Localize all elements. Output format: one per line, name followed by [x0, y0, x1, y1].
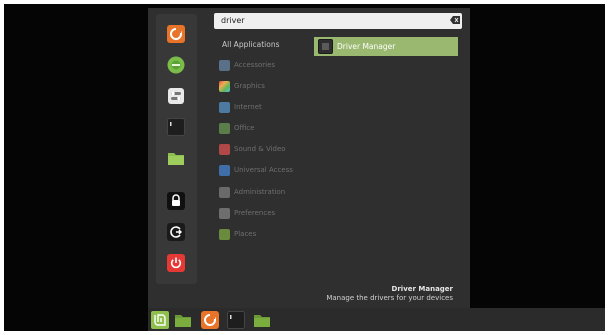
- software-manager-icon[interactable]: [167, 56, 185, 74]
- category-all-applications[interactable]: All Applications: [222, 40, 280, 49]
- category-sound-video[interactable]: Sound & Video: [219, 143, 286, 155]
- mint-menu-icon[interactable]: [151, 311, 169, 329]
- accessories-icon: [219, 59, 230, 71]
- app-description-title: Driver Manager: [391, 285, 453, 293]
- category-label: Administration: [234, 188, 286, 196]
- terminal-icon[interactable]: [227, 311, 245, 329]
- firefox-icon[interactable]: [167, 25, 185, 43]
- category-graphics[interactable]: Graphics: [219, 80, 265, 92]
- show-desktop-folder-icon[interactable]: [174, 311, 192, 329]
- backspace-clear-icon[interactable]: [450, 16, 460, 24]
- places-folder-icon: [219, 228, 230, 240]
- sound-video-icon: [219, 143, 230, 155]
- firefox-icon[interactable]: [201, 311, 219, 329]
- internet-icon: [219, 101, 230, 113]
- result-label: Driver Manager: [337, 42, 396, 51]
- search-input[interactable]: [214, 13, 462, 29]
- app-description-text: Manage the drivers for your devices: [326, 294, 453, 302]
- files-folder-icon[interactable]: [167, 149, 185, 167]
- category-label: Office: [234, 124, 255, 132]
- office-icon: [219, 122, 230, 134]
- category-label: Universal Access: [234, 166, 293, 174]
- category-label: Graphics: [234, 82, 265, 90]
- logout-icon[interactable]: [167, 223, 185, 241]
- files-folder-icon[interactable]: [253, 311, 271, 329]
- universal-access-icon: [219, 164, 230, 176]
- shutdown-icon[interactable]: [167, 254, 185, 272]
- category-label: Accessories: [234, 61, 276, 69]
- system-settings-icon[interactable]: [167, 87, 185, 105]
- category-universal-access[interactable]: Universal Access: [219, 164, 293, 176]
- preferences-icon: [219, 207, 230, 219]
- category-label: Sound & Video: [234, 145, 286, 153]
- category-label: Internet: [234, 103, 262, 111]
- category-office[interactable]: Office: [219, 122, 254, 134]
- category-label: Places: [234, 230, 257, 238]
- administration-icon: [219, 186, 230, 198]
- category-accessories[interactable]: Accessories: [219, 59, 275, 71]
- lock-screen-icon[interactable]: [167, 192, 185, 210]
- category-label: Preferences: [234, 209, 276, 217]
- search-input-value[interactable]: driver: [221, 14, 245, 28]
- category-places[interactable]: Places: [219, 228, 256, 240]
- category-preferences[interactable]: Preferences: [219, 207, 275, 219]
- result-driver-manager[interactable]: Driver Manager: [314, 37, 458, 56]
- category-administration[interactable]: Administration: [219, 186, 285, 198]
- driver-manager-icon: [318, 39, 333, 54]
- graphics-icon: [219, 80, 230, 92]
- terminal-icon[interactable]: [167, 118, 185, 136]
- category-internet[interactable]: Internet: [219, 101, 262, 113]
